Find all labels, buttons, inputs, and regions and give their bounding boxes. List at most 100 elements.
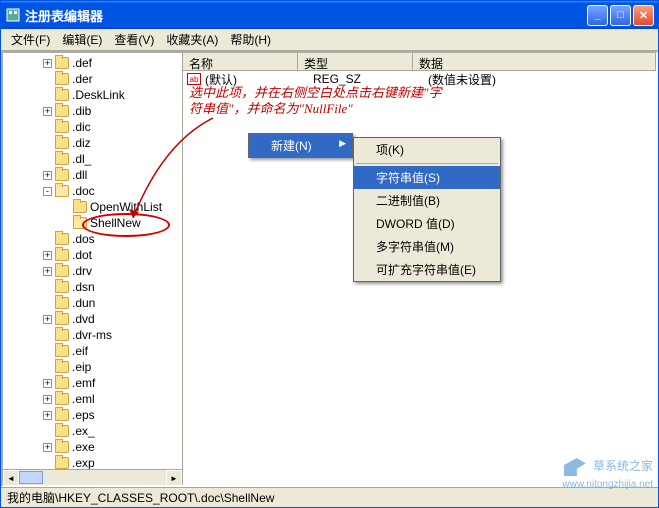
submenu-arrow-icon: ▶ xyxy=(339,138,346,149)
scroll-right-arrow[interactable]: ► xyxy=(166,470,182,485)
tree-node[interactable]: .eip xyxy=(3,359,182,375)
tree-node-label: .dot xyxy=(72,248,92,262)
tree-node[interactable]: .der xyxy=(3,71,182,87)
col-name[interactable]: 名称 xyxy=(183,53,298,70)
ctx-new-expandstring[interactable]: 可扩充字符串值(E) xyxy=(354,258,500,281)
no-expand xyxy=(43,139,52,148)
string-value-icon: ab xyxy=(187,73,201,85)
ctx-new-binary[interactable]: 二进制值(B) xyxy=(354,189,500,212)
tree-node[interactable]: .ex_ xyxy=(3,423,182,439)
menu-file[interactable]: 文件(F) xyxy=(5,29,56,50)
tree-node-label: .diz xyxy=(72,136,91,150)
tree-node[interactable]: .dic xyxy=(3,119,182,135)
tree-node-label: .eml xyxy=(72,392,95,406)
column-headers: 名称 类型 数据 xyxy=(183,53,656,71)
tree-node-label: .dll xyxy=(72,168,87,182)
collapse-icon[interactable]: - xyxy=(43,187,52,196)
folder-icon xyxy=(55,441,69,453)
tree-node[interactable]: + .eml xyxy=(3,391,182,407)
tree-node[interactable]: .DeskLink xyxy=(3,87,182,103)
tree-node[interactable]: - .doc xyxy=(3,183,182,199)
tree-node[interactable]: OpenWithList xyxy=(3,199,182,215)
folder-icon xyxy=(55,233,69,245)
tree-node-label: .DeskLink xyxy=(72,88,125,102)
ctx-new-dword[interactable]: DWORD 值(D) xyxy=(354,212,500,235)
expand-icon[interactable]: + xyxy=(43,395,52,404)
ctx-new-key[interactable]: 项(K) xyxy=(354,138,500,161)
tutorial-annotation: 选中此项，并在右侧空白处点击右键新建"字 符串值"，并命名为"NullFile" xyxy=(189,85,441,117)
folder-icon xyxy=(55,345,69,357)
tree-node-label: .doc xyxy=(72,184,95,198)
menu-help[interactable]: 帮助(H) xyxy=(224,29,277,50)
ctx-new-string[interactable]: 字符串值(S) xyxy=(354,166,500,189)
tree-node[interactable]: + .drv xyxy=(3,263,182,279)
folder-icon xyxy=(73,201,87,213)
tree-node[interactable]: .dl_ xyxy=(3,151,182,167)
minimize-button[interactable]: _ xyxy=(587,5,608,26)
tree-node[interactable]: +.exe xyxy=(3,439,182,455)
tree-node[interactable]: + .dvd xyxy=(3,311,182,327)
expand-icon[interactable]: + xyxy=(43,315,52,324)
tree-node-label: .drv xyxy=(72,264,92,278)
tree-horizontal-scrollbar[interactable]: ◄ ► xyxy=(3,469,182,485)
folder-icon xyxy=(55,393,69,405)
tree-node[interactable]: .eif xyxy=(3,343,182,359)
scroll-left-arrow[interactable]: ◄ xyxy=(3,470,19,485)
menu-favorites[interactable]: 收藏夹(A) xyxy=(160,29,224,50)
tree-node[interactable]: .dun xyxy=(3,295,182,311)
no-expand xyxy=(43,347,52,356)
tree-node-label: OpenWithList xyxy=(90,200,162,214)
tree-node-label: .dib xyxy=(72,104,91,118)
no-expand xyxy=(43,235,52,244)
tree-node-label: ShellNew xyxy=(90,216,141,230)
tree-node-label: .dos xyxy=(72,232,95,246)
ctx-new-multistring[interactable]: 多字符串值(M) xyxy=(354,235,500,258)
menu-edit[interactable]: 编辑(E) xyxy=(56,29,108,50)
close-button[interactable]: ✕ xyxy=(633,5,654,26)
expand-icon[interactable]: + xyxy=(43,251,52,260)
expand-icon[interactable]: + xyxy=(43,379,52,388)
expand-icon[interactable]: + xyxy=(43,267,52,276)
folder-icon xyxy=(55,185,69,197)
tree-node[interactable]: .dvr-ms xyxy=(3,327,182,343)
no-expand xyxy=(43,123,52,132)
tree-node[interactable]: + .dot xyxy=(3,247,182,263)
tree-node[interactable]: .dsn xyxy=(3,279,182,295)
no-expand xyxy=(61,219,70,228)
expand-icon[interactable]: + xyxy=(43,171,52,180)
expand-icon[interactable]: + xyxy=(43,443,52,452)
folder-icon xyxy=(55,89,69,101)
tree-node-label: .eif xyxy=(72,344,88,358)
col-data[interactable]: 数据 xyxy=(413,53,656,70)
expand-icon[interactable]: + xyxy=(43,107,52,116)
folder-icon xyxy=(55,281,69,293)
registry-tree[interactable]: +.def.der.DeskLink + .dib .dic .diz .dl_ + .dll… xyxy=(3,53,183,485)
ctx-new[interactable]: 新建(N) ▶ xyxy=(249,134,352,157)
context-menu: 新建(N) ▶ xyxy=(248,133,353,158)
tree-node[interactable]: + .dll xyxy=(3,167,182,183)
tree-node[interactable]: + .dib xyxy=(3,103,182,119)
tree-node-label: .dic xyxy=(72,120,91,134)
expand-icon[interactable]: + xyxy=(43,59,52,68)
status-path: 我的电脑\HKEY_CLASSES_ROOT\.doc\ShellNew xyxy=(7,489,274,506)
tree-node[interactable]: .diz xyxy=(3,135,182,151)
tree-node[interactable]: +.eps xyxy=(3,407,182,423)
tree-node[interactable]: ShellNew xyxy=(3,215,182,231)
statusbar: 我的电脑\HKEY_CLASSES_ROOT\.doc\ShellNew xyxy=(1,487,658,507)
tree-node[interactable]: +.def xyxy=(3,55,182,71)
regedit-window: 注册表编辑器 _ □ ✕ 文件(F) 编辑(E) 查看(V) 收藏夹(A) 帮助… xyxy=(0,0,659,508)
scroll-thumb[interactable] xyxy=(19,471,43,484)
titlebar[interactable]: 注册表编辑器 _ □ ✕ xyxy=(1,1,658,29)
folder-icon xyxy=(55,329,69,341)
tree-node-label: .dvd xyxy=(72,312,95,326)
tree-node[interactable]: +.emf xyxy=(3,375,182,391)
maximize-button[interactable]: □ xyxy=(610,5,631,26)
col-type[interactable]: 类型 xyxy=(298,53,413,70)
no-expand xyxy=(43,363,52,372)
values-pane[interactable]: 名称 类型 数据 ab (默认) REG_SZ (数值未设置) 选中此项，并在右… xyxy=(183,53,656,485)
tree-node-label: .dl_ xyxy=(72,152,91,166)
tree-node-label: .eip xyxy=(72,360,91,374)
window-title: 注册表编辑器 xyxy=(25,6,585,25)
menu-view[interactable]: 查看(V) xyxy=(108,29,160,50)
expand-icon[interactable]: + xyxy=(43,411,52,420)
